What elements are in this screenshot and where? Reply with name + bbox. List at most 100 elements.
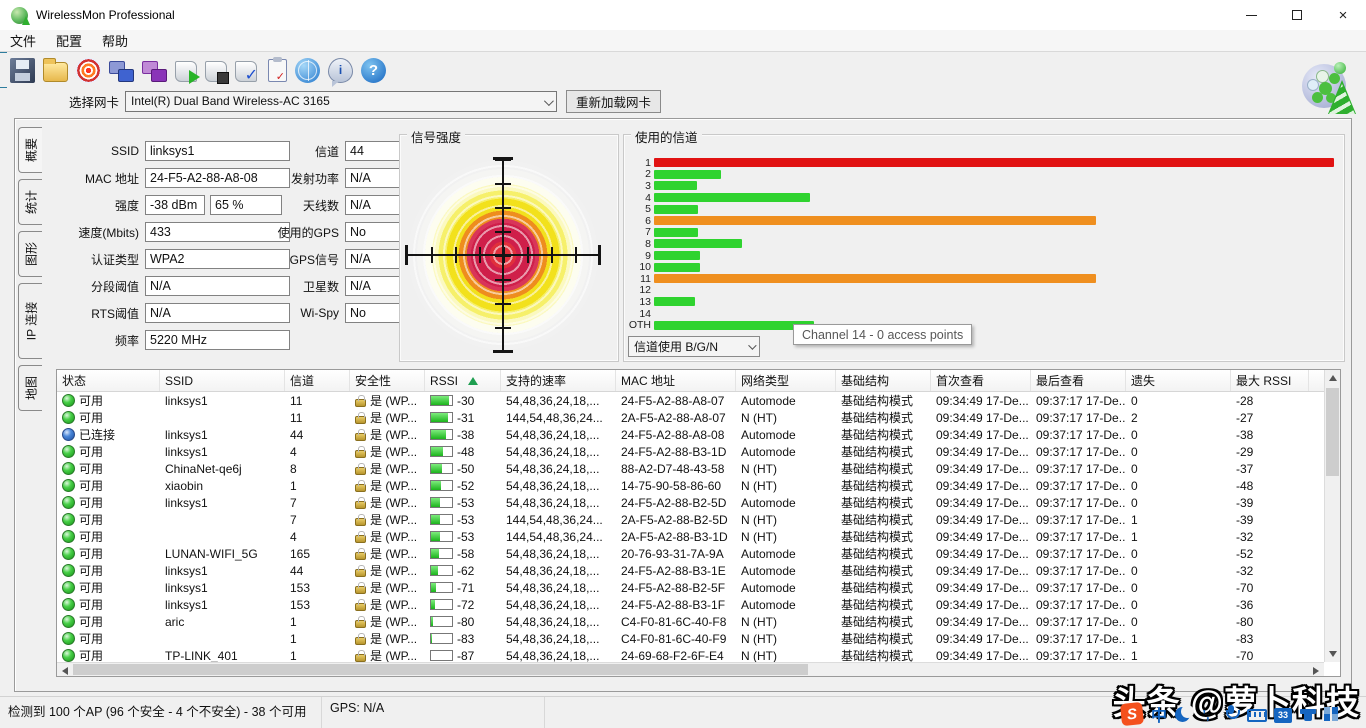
column-header-mac[interactable]: MAC 地址 [616,370,736,391]
network-config-blue-icon[interactable] [109,58,134,83]
feedback-icon[interactable]: i [328,57,353,87]
adapter-select[interactable]: Intel(R) Dual Band Wireless-AC 3165 [125,90,557,112]
column-header-ssid[interactable]: SSID [160,370,285,391]
table-row[interactable]: 可用 11 是 (WP... -31 144,54,48,36,24... 2A-F5-A… [57,409,1324,426]
maximize-button[interactable] [1274,0,1320,30]
vertical-scrollbar[interactable] [1324,370,1340,662]
table-row[interactable]: 可用 linksys1 44 是 (WP... -62 54,48,36,24,18,..… [57,562,1324,579]
value-field[interactable]: N/A [345,168,400,188]
save-icon[interactable] [10,57,35,83]
column-header-security[interactable]: 安全性 [350,370,425,391]
table-row[interactable]: 可用 linksys1 4 是 (WP... -48 54,48,36,24,18,...… [57,443,1324,460]
column-header-status[interactable]: 状态 [57,370,160,391]
table-row[interactable]: 可用 linksys1 153 是 (WP... -72 54,48,36,24,18,.… [57,596,1324,613]
toolbox-icon[interactable]: 33 [1274,707,1292,723]
side-tab-IP连接[interactable]: IP 连接 [18,283,42,359]
table-row[interactable]: 可用 linksys1 153 是 (WP... -71 54,48,36,24,18,.… [57,579,1324,596]
table-row[interactable]: 可用 1 是 (WP... -83 54,48,36,24,18,... C4-F0-81… [57,630,1324,647]
scroll-down-icon[interactable] [1329,651,1337,657]
keyboard-icon[interactable] [1247,708,1267,722]
table-row[interactable]: 可用 ChinaNet-qe6j 8 是 (WP... -50 54,48,36,24,1… [57,460,1324,477]
menu-item-1[interactable]: 配置 [46,31,92,50]
value-field[interactable]: 5220 MHz [145,330,290,350]
column-header-rates[interactable]: 支持的速率 [501,370,616,391]
value-field[interactable]: -38 dBm [145,195,205,215]
channel-bar[interactable] [654,320,814,330]
value-field[interactable]: N/A [345,195,400,215]
value-field[interactable]: No [345,222,400,242]
side-tab-统计[interactable]: 统计 [18,179,42,225]
channel-bar[interactable] [654,158,1334,168]
verify-log-icon[interactable]: ✓ [235,60,258,84]
table-row[interactable]: 已连接 linksys1 44 是 (WP... -38 54,48,36,24,18,.… [57,426,1324,443]
table-row[interactable]: 可用 linksys1 11 是 (WP... -30 54,48,36,24,18,..… [57,392,1324,409]
channel-bar[interactable] [654,204,699,214]
channel-bar[interactable] [654,181,697,191]
value-field[interactable]: No [345,303,400,323]
channel-bar[interactable] [654,239,743,249]
target-icon[interactable] [76,57,101,83]
channel-bar[interactable] [654,227,699,237]
column-header-last_seen[interactable]: 最后查看 [1031,370,1126,391]
channel-bar[interactable] [654,193,811,203]
scroll-right-icon[interactable] [1313,667,1319,675]
table-row[interactable]: 可用 aric 1 是 (WP... -80 54,48,36,24,18,... C4-F… [57,613,1324,630]
column-header-lost[interactable]: 遗失 [1126,370,1231,391]
horizontal-scroll-thumb[interactable] [73,664,808,675]
horizontal-scrollbar[interactable] [57,662,1324,676]
channel-bar[interactable] [654,297,695,307]
table-row[interactable]: 可用 4 是 (WP... -53 144,54,48,36,24... 2A-F5-A2… [57,528,1324,545]
start-logging-icon[interactable] [175,60,200,84]
report-icon[interactable]: ✓ [268,57,287,83]
stop-logging-icon[interactable] [205,60,229,84]
open-folder-icon[interactable] [43,57,68,82]
microphone-icon[interactable] [1222,705,1240,723]
reload-adapters-button[interactable]: 重新加载网卡 [566,89,662,113]
column-header-first_seen[interactable]: 首次查看 [931,370,1031,391]
table-row[interactable]: 可用 7 是 (WP... -53 144,54,48,36,24... 2A-F5-A2… [57,511,1324,528]
channel-bar[interactable] [654,274,1096,284]
side-tab-概要[interactable]: 概要 [18,127,42,173]
channel-bar[interactable] [654,216,1096,226]
network-config-purple-icon[interactable] [142,58,167,83]
channel-bar[interactable] [654,251,701,261]
summary-form-right: 信道 44 发射功率 N/A 天线数 N/A 使用的GPS No GPS信号 N/A 卫星数 N/A W… [260,141,400,330]
cell-mac: 24-F5-A2-88-A8-07 [621,393,725,408]
moon-icon[interactable] [1175,704,1194,722]
help-icon[interactable]: ? [361,57,386,83]
table-row[interactable]: 可用 LUNAN-WIFI_5G 165 是 (WP... -58 54,48,36,24… [57,545,1324,562]
channel-bar[interactable] [654,169,721,179]
side-tab-图形[interactable]: 图形 [18,231,42,277]
value-field[interactable]: N/A [345,249,400,269]
close-button[interactable]: × [1320,0,1366,30]
skin-icon[interactable] [1299,705,1317,723]
table-row[interactable]: 可用 xiaobin 1 是 (WP... -52 54,48,36,24,18,... 1… [57,477,1324,494]
menu-item-0[interactable]: 文件 [0,31,46,50]
channel-filter-select[interactable]: 信道使用 B/G/N [628,336,760,357]
column-header-net_type[interactable]: 网络类型 [736,370,836,391]
value-field[interactable]: N/A [345,276,400,296]
value-field[interactable]: 44 [345,141,400,161]
scroll-left-icon[interactable] [62,667,68,675]
web-update-icon[interactable] [295,57,320,83]
field-label: 使用的GPS [277,225,339,240]
channel-bar[interactable] [654,262,701,272]
table-row[interactable]: 可用 linksys1 7 是 (WP... -53 54,48,36,24,18,...… [57,494,1324,511]
minimize-button[interactable] [1228,0,1274,30]
side-tab-地图[interactable]: 地图 [18,365,42,411]
chinese-input-icon[interactable]: 中 [1150,705,1168,725]
column-header-channel[interactable]: 信道 [285,370,350,391]
menu-item-2[interactable]: 帮助 [92,31,138,50]
vertical-scroll-thumb[interactable] [1326,388,1339,476]
close-icon: × [1338,6,1348,24]
grid-icon[interactable] [1324,707,1338,721]
column-header-rssi[interactable]: RSSI [425,370,501,391]
rssi-text: -80 [457,614,475,629]
cell-first_seen: 09:34:49 17-De... [936,444,1029,459]
column-header-infra[interactable]: 基础结构 [836,370,931,391]
column-header-max_rssi[interactable]: 最大 RSSI [1231,370,1309,391]
table-row[interactable]: 可用 TP-LINK_401 1 是 (WP... -87 54,48,36,24,18,… [57,647,1324,662]
punctuation-icon[interactable]: ’, [1197,705,1215,723]
scroll-up-icon[interactable] [1329,375,1337,381]
sogou-icon[interactable]: S [1119,701,1145,727]
